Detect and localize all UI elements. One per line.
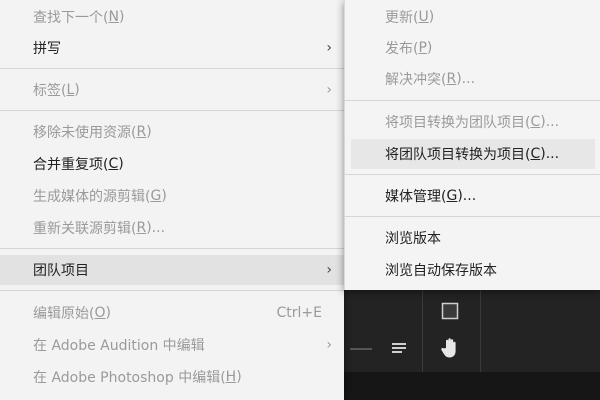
panel-strip <box>340 372 600 400</box>
menu-item-tail: ) <box>146 124 152 140</box>
menu-item-find-next[interactable]: 查找下一个(N) <box>0 2 344 32</box>
chevron-right-icon: › <box>326 82 332 98</box>
menu-item-label: 将项目转换为团队项目( <box>385 115 531 131</box>
square-icon[interactable] <box>439 300 461 322</box>
team-projects-submenu: 更新(U) 发布(P) 解决冲突(R)... 将项目转换为团队项目(C)... … <box>344 0 600 290</box>
menu-item-label: 解决冲突( <box>385 72 447 88</box>
menu-item-tail: )... <box>457 188 477 204</box>
mnemonic: R <box>446 71 457 87</box>
menu-separator <box>0 68 344 69</box>
mnemonic: N <box>108 9 119 25</box>
menu-item-tail: ) <box>118 156 124 172</box>
tool-panel-divider <box>480 290 481 372</box>
submenu-item-convert-to-team-project[interactable]: 将项目转换为团队项目(C)... <box>345 107 600 137</box>
menu-item-label: 媒体管理( <box>385 189 447 205</box>
menu-item-tail: ) <box>161 188 167 204</box>
menu-item-label: 移除未使用资源( <box>33 125 137 141</box>
menu-item-reassociate-source-clips[interactable]: 重新关联源剪辑(R)... <box>0 213 344 243</box>
menu-item-labels[interactable]: 标签(L) › <box>0 75 344 105</box>
menu-item-tail: ) <box>426 40 433 56</box>
menu-separator <box>0 290 344 291</box>
mnemonic: O <box>94 305 106 321</box>
menu-separator <box>0 110 344 111</box>
menu-item-tail: ) <box>428 9 435 25</box>
menu-item-team-projects[interactable]: 团队项目 › <box>0 255 344 285</box>
menu-item-label: 更新( <box>385 10 419 26</box>
chevron-right-icon: › <box>326 40 332 56</box>
menu-item-tail: )... <box>146 220 166 236</box>
submenu-item-update[interactable]: 更新(U) <box>345 2 600 32</box>
menu-separator <box>345 174 600 175</box>
menu-item-label: 团队项目 <box>33 263 89 279</box>
menu-item-tail: )... <box>540 146 560 162</box>
mnemonic: U <box>418 9 429 25</box>
chevron-right-icon: › <box>326 337 332 353</box>
menu-item-spelling[interactable]: 拼写 › <box>0 33 344 63</box>
menu-item-generate-source-clips[interactable]: 生成媒体的源剪辑(G) <box>0 181 344 211</box>
submenu-item-browse-versions[interactable]: 浏览版本 <box>345 223 600 253</box>
mnemonic: H <box>225 369 237 385</box>
menu-item-label: 拼写 <box>33 41 61 57</box>
submenu-item-publish[interactable]: 发布(P) <box>345 33 600 63</box>
menu-item-tail: ) <box>74 82 80 98</box>
menu-item-label: 标签( <box>33 83 67 99</box>
mnemonic: P <box>418 40 427 56</box>
menu-item-edit-in-photoshop[interactable]: 在 Adobe Photoshop 中编辑(H) <box>0 362 344 392</box>
tool-panel <box>340 290 600 372</box>
menu-item-label: 重新关联源剪辑( <box>33 221 137 237</box>
list-icon[interactable] <box>389 338 409 358</box>
menu-item-label: 浏览自动保存版本 <box>385 263 497 279</box>
submenu-item-convert-to-project[interactable]: 将团队项目转换为项目(C)... <box>351 139 595 169</box>
submenu-item-browse-autosave-versions[interactable]: 浏览自动保存版本 <box>345 255 600 285</box>
menu-item-label: 在 Adobe Photoshop 中编辑( <box>33 370 226 386</box>
menu-shortcut: Ctrl+E <box>276 305 323 321</box>
menu-item-label: 浏览版本 <box>385 231 441 247</box>
menu-item-tail: )... <box>456 71 476 87</box>
menu-separator <box>0 248 344 249</box>
menu-item-consolidate-duplicates[interactable]: 合并重复项(C) <box>0 149 344 179</box>
mnemonic: R <box>136 220 147 236</box>
chevron-right-icon: › <box>326 262 332 278</box>
menu-item-tail: )... <box>540 114 560 130</box>
mnemonic: C <box>530 146 541 162</box>
menu-item-tail: ) <box>236 369 242 385</box>
menu-item-remove-unused[interactable]: 移除未使用资源(R) <box>0 117 344 147</box>
context-menu: 查找下一个(N) 拼写 › 标签(L) › 移除未使用资源(R) 合并重复项(C… <box>0 0 344 400</box>
menu-separator <box>345 100 600 101</box>
menu-item-tail: ) <box>105 305 111 321</box>
hand-icon[interactable] <box>438 336 462 360</box>
menu-item-tail: ) <box>118 9 125 25</box>
mnemonic: G <box>446 188 458 204</box>
submenu-item-media-management[interactable]: 媒体管理(G)... <box>345 181 600 211</box>
submenu-item-resolve-conflicts[interactable]: 解决冲突(R)... <box>345 64 600 94</box>
menu-separator <box>345 216 600 217</box>
menu-item-edit-in-audition[interactable]: 在 Adobe Audition 中编辑 › <box>0 330 344 360</box>
tool-panel-divider <box>422 290 423 372</box>
mnemonic: G <box>150 188 162 204</box>
menu-item-label: 生成媒体的源剪辑( <box>33 189 151 205</box>
mnemonic: L <box>66 82 75 98</box>
menu-item-label: 发布( <box>385 41 419 57</box>
zoom-slider[interactable] <box>350 348 372 350</box>
menu-item-edit-original[interactable]: 编辑原始(O) Ctrl+E <box>0 298 344 328</box>
menu-item-label: 在 Adobe Audition 中编辑 <box>33 338 205 354</box>
menu-item-label: 合并重复项( <box>33 157 109 173</box>
menu-item-label: 编辑原始( <box>33 306 95 322</box>
mnemonic: R <box>136 124 147 140</box>
mnemonic: C <box>530 114 541 130</box>
menu-item-label: 将团队项目转换为项目( <box>385 147 531 163</box>
menu-item-label: 查找下一个( <box>33 10 109 26</box>
mnemonic: C <box>108 156 119 172</box>
